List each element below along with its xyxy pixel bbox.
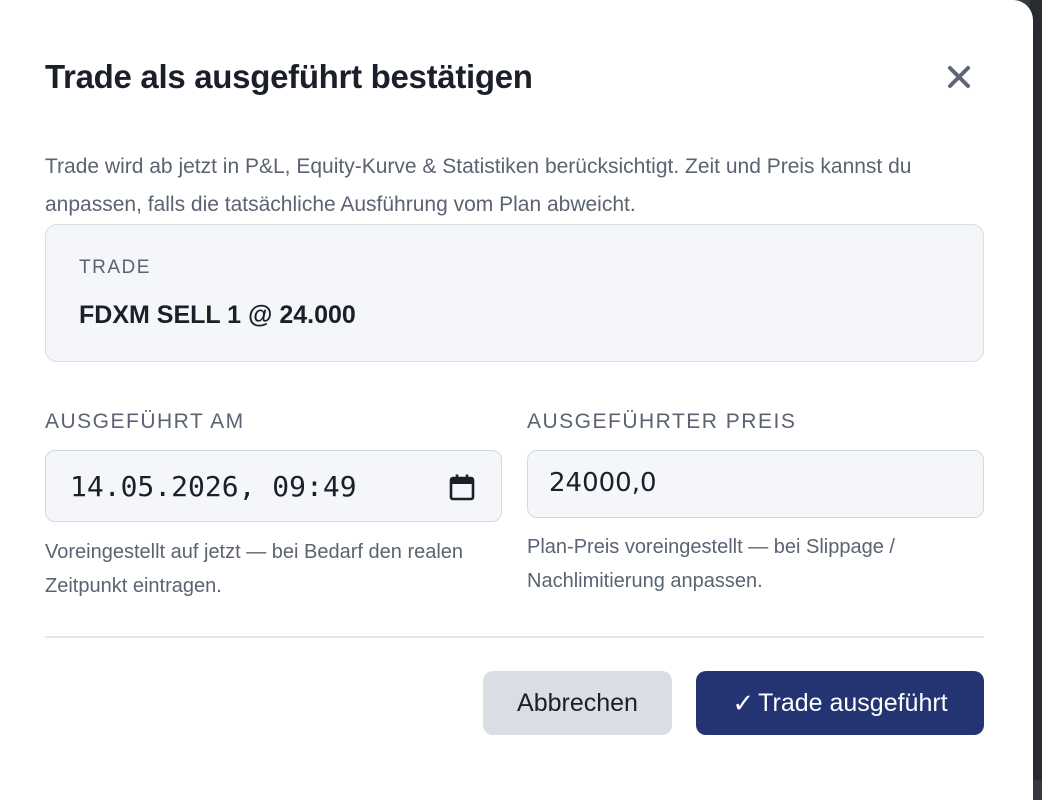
confirm-trade-button[interactable]: ✓ Trade ausgeführt: [696, 671, 984, 735]
executed-at-hint: Voreingestellt auf jetzt — bei Bedarf de…: [45, 541, 464, 597]
executed-price-value: 24000,0: [549, 468, 657, 498]
close-icon: [948, 66, 970, 88]
confirm-trade-dialog: Trade als ausgeführt bestätigen Trade wi…: [0, 0, 1033, 800]
trade-label: TRADE: [79, 257, 151, 278]
check-icon: ✓: [732, 687, 755, 718]
trade-value: FDXM SELL 1 @ 24.000: [79, 301, 356, 329]
trade-summary-card: TRADE FDXM SELL 1 @ 24.000: [45, 224, 984, 362]
executed-at-label: AUSGEFÜHRT AM: [45, 410, 245, 433]
calendar-icon[interactable]: [449, 473, 475, 501]
dialog-title: Trade als ausgeführt bestätigen: [45, 58, 533, 95]
executed-price-hint: Plan-Preis voreingestellt — bei Slippage…: [527, 536, 895, 592]
executed-at-input[interactable]: 14.05.2026, 09:49: [45, 450, 502, 522]
footer-divider: [45, 636, 984, 638]
executed-price-input[interactable]: 24000,0: [527, 450, 984, 518]
confirm-trade-label: Trade ausgeführt: [758, 688, 948, 717]
dialog-description: Trade wird ab jetzt in P&L, Equity-Kurve…: [45, 155, 912, 216]
executed-price-label: AUSGEFÜHRTER PREIS: [527, 410, 797, 433]
executed-at-value: 14.05.2026, 09:49: [70, 470, 357, 503]
cancel-button[interactable]: Abbrechen: [483, 671, 672, 735]
close-button[interactable]: [938, 56, 980, 98]
